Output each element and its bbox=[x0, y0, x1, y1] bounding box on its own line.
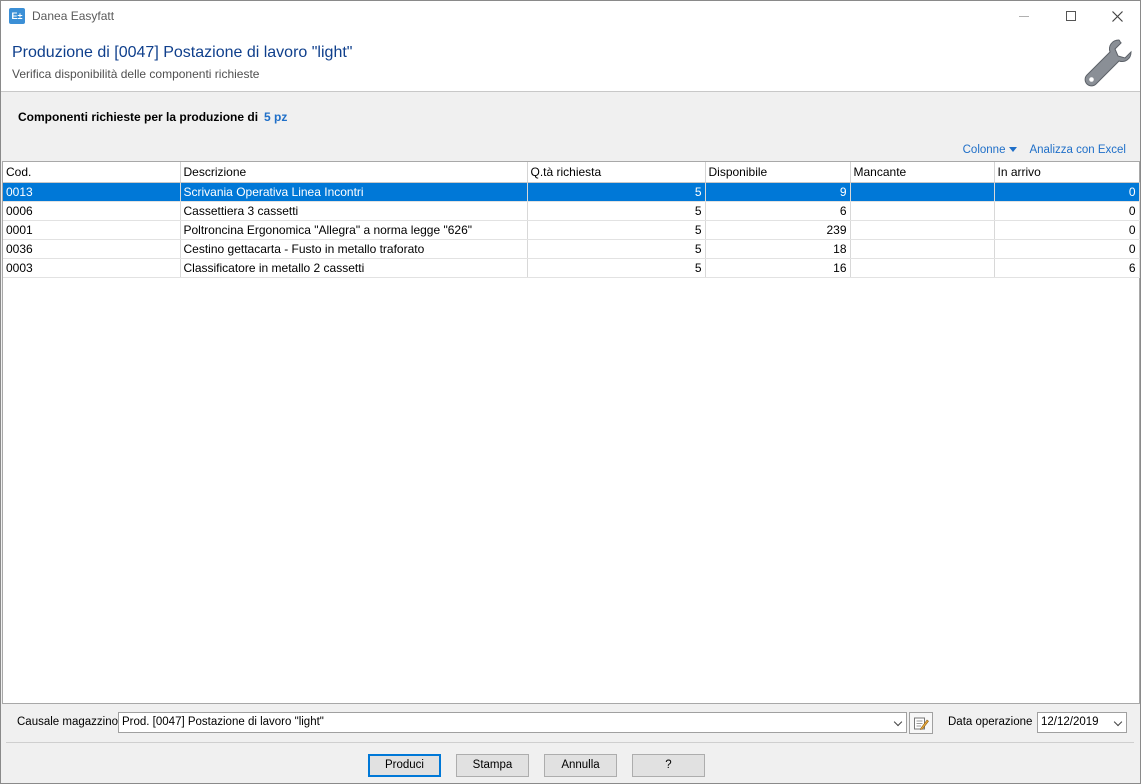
cell-in-arrivo: 6 bbox=[994, 258, 1140, 278]
edit-causale-button[interactable] bbox=[909, 712, 933, 734]
cell-mancante bbox=[850, 220, 995, 240]
maximize-button[interactable] bbox=[1048, 1, 1094, 31]
data-operazione-label: Data operazione bbox=[948, 716, 1033, 728]
col-header-in-arrivo[interactable]: In arrivo bbox=[994, 162, 1139, 183]
cell-qta-richiesta: 5 bbox=[527, 220, 706, 240]
window-title: Danea Easyfatt bbox=[32, 9, 115, 23]
produci-button[interactable]: Produci bbox=[368, 754, 441, 777]
cell-descrizione: Classificatore in metallo 2 cassetti bbox=[180, 258, 528, 278]
table-row[interactable]: 0013 Scrivania Operativa Linea Incontri … bbox=[3, 182, 1140, 202]
annulla-button[interactable]: Annulla bbox=[544, 754, 617, 777]
cell-qta-richiesta: 5 bbox=[527, 258, 706, 278]
cell-descrizione: Cestino gettacarta - Fusto in metallo tr… bbox=[180, 239, 528, 259]
production-summary: Componenti richieste per la produzione d… bbox=[18, 110, 287, 124]
maximize-icon bbox=[1066, 11, 1076, 21]
chevron-down-icon bbox=[893, 717, 903, 727]
cell-descrizione: Cassettiera 3 cassetti bbox=[180, 201, 528, 221]
causale-select[interactable]: Prod. [0047] Postazione di lavoro "light… bbox=[118, 712, 907, 733]
easyfatt-app-icon: E± bbox=[9, 8, 25, 24]
edit-note-icon bbox=[914, 717, 929, 730]
cell-mancante bbox=[850, 201, 995, 221]
title-bar: E± Danea Easyfatt bbox=[1, 1, 1140, 31]
help-button[interactable]: ? bbox=[632, 754, 705, 777]
cell-qta-richiesta: 5 bbox=[527, 201, 706, 221]
causale-value: Prod. [0047] Postazione di lavoro "light… bbox=[122, 716, 324, 728]
chevron-down-icon bbox=[1113, 717, 1123, 727]
columns-link-label: Colonne bbox=[962, 144, 1006, 156]
close-button[interactable] bbox=[1094, 1, 1140, 31]
cell-mancante bbox=[850, 182, 995, 202]
cell-cod: 0006 bbox=[3, 201, 181, 221]
col-header-mancante[interactable]: Mancante bbox=[850, 162, 995, 183]
causale-label: Causale magazzino bbox=[17, 716, 119, 728]
cell-disponibile: 9 bbox=[705, 182, 851, 202]
cell-cod: 0013 bbox=[3, 182, 181, 202]
summary-label: Componenti richieste per la produzione d… bbox=[18, 110, 259, 124]
table-row[interactable]: 0006 Cassettiera 3 cassetti 5 6 0 bbox=[3, 201, 1140, 221]
components-table: Cod. Descrizione Q.tà richiesta Disponib… bbox=[3, 162, 1140, 278]
data-operazione-value: 12/12/2019 bbox=[1041, 716, 1099, 728]
cell-disponibile: 16 bbox=[705, 258, 851, 278]
grid-links: Colonne Analizza con Excel bbox=[963, 144, 1126, 156]
excel-link[interactable]: Analizza con Excel bbox=[1029, 144, 1126, 156]
footer-panel: Causale magazzino Prod. [0047] Postazion… bbox=[1, 705, 1140, 783]
col-header-descrizione[interactable]: Descrizione bbox=[180, 162, 528, 183]
col-header-qta-richiesta[interactable]: Q.tà richiesta bbox=[527, 162, 706, 183]
table-row[interactable]: 0003 Classificatore in metallo 2 cassett… bbox=[3, 258, 1140, 278]
cell-cod: 0036 bbox=[3, 239, 181, 259]
dialog-subtitle: Verifica disponibilità delle componenti … bbox=[12, 67, 260, 81]
cell-in-arrivo: 0 bbox=[994, 220, 1140, 240]
cell-descrizione: Poltroncina Ergonomica "Allegra" a norma… bbox=[180, 220, 528, 240]
cell-disponibile: 239 bbox=[705, 220, 851, 240]
cell-mancante bbox=[850, 239, 995, 259]
col-header-disponibile[interactable]: Disponibile bbox=[705, 162, 851, 183]
cell-qta-richiesta: 5 bbox=[527, 182, 706, 202]
minimize-button[interactable] bbox=[1001, 1, 1047, 31]
columns-link[interactable]: Colonne bbox=[963, 144, 1018, 156]
summary-quantity: 5 pz bbox=[264, 110, 288, 124]
table-row[interactable]: 0001 Poltroncina Ergonomica "Allegra" a … bbox=[3, 220, 1140, 240]
cell-in-arrivo: 0 bbox=[994, 182, 1140, 202]
app-window: E± Danea Easyfatt Produzione di [0047] P… bbox=[0, 0, 1141, 784]
cell-in-arrivo: 0 bbox=[994, 239, 1140, 259]
wrench-icon bbox=[1084, 39, 1132, 87]
col-header-cod[interactable]: Cod. bbox=[3, 162, 181, 183]
minimize-icon bbox=[1019, 15, 1029, 17]
cell-qta-richiesta: 5 bbox=[527, 239, 706, 259]
cell-in-arrivo: 0 bbox=[994, 201, 1140, 221]
cell-disponibile: 6 bbox=[705, 201, 851, 221]
cell-cod: 0001 bbox=[3, 220, 181, 240]
dialog-title: Produzione di [0047] Postazione di lavor… bbox=[12, 44, 353, 61]
table-header-row: Cod. Descrizione Q.tà richiesta Disponib… bbox=[3, 162, 1139, 183]
table-row[interactable]: 0036 Cestino gettacarta - Fusto in metal… bbox=[3, 239, 1140, 259]
caret-down-icon bbox=[1009, 147, 1018, 153]
footer-divider bbox=[6, 742, 1134, 743]
cell-mancante bbox=[850, 258, 995, 278]
data-operazione-picker[interactable]: 12/12/2019 bbox=[1037, 712, 1127, 733]
components-grid[interactable]: Cod. Descrizione Q.tà richiesta Disponib… bbox=[2, 161, 1140, 704]
stampa-button[interactable]: Stampa bbox=[456, 754, 529, 777]
cell-descrizione: Scrivania Operativa Linea Incontri bbox=[180, 182, 528, 202]
cell-disponibile: 18 bbox=[705, 239, 851, 259]
dialog-header: Produzione di [0047] Postazione di lavor… bbox=[1, 31, 1140, 92]
cell-cod: 0003 bbox=[3, 258, 181, 278]
close-icon bbox=[1111, 10, 1123, 22]
